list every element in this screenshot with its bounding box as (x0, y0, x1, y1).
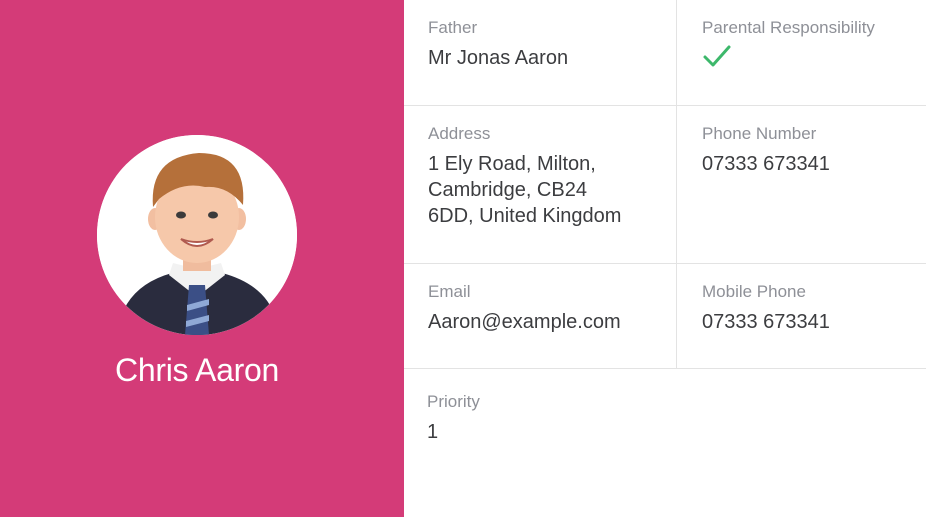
address-label: Address (428, 124, 491, 143)
address-value: 1 Ely Road, Milton, Cambridge, CB24 6DD,… (428, 151, 621, 229)
column-divider (676, 0, 677, 368)
mobile-label: Mobile Phone (702, 282, 806, 301)
child-name: Chris Aaron (115, 352, 279, 388)
profile-panel: Chris Aaron (0, 0, 404, 517)
mobile-field: Mobile Phone 07333 673341 (678, 264, 926, 368)
address-line: 6DD, United Kingdom (428, 205, 622, 227)
mobile-value[interactable]: 07333 673341 (702, 309, 830, 335)
priority-value: 1 (427, 421, 439, 443)
contact-card: Chris Aaron Father Mr Jonas Aaron Parent… (0, 0, 926, 517)
address-line: 1 Ely Road, Milton, (428, 153, 596, 175)
row-divider (404, 368, 926, 369)
father-field: Father Mr Jonas Aaron (404, 0, 676, 105)
priority-label: Priority (427, 392, 480, 411)
address-line: Cambridge, CB24 (428, 179, 587, 201)
parental-responsibility-label: Parental Responsibility (702, 18, 875, 37)
priority-field: Priority 1 (404, 370, 926, 517)
father-value: Mr Jonas Aaron (428, 47, 569, 69)
email-label: Email (428, 282, 471, 301)
email-value[interactable]: Aaron@example.com (428, 309, 621, 335)
parental-responsibility-field: Parental Responsibility (678, 0, 926, 105)
address-field: Address 1 Ely Road, Milton, Cambridge, C… (404, 106, 676, 263)
phone-value[interactable]: 07333 673341 (702, 151, 830, 177)
contact-details: Father Mr Jonas Aaron Parental Responsib… (404, 0, 926, 517)
phone-field: Phone Number 07333 673341 (678, 106, 926, 263)
father-label: Father (428, 18, 478, 37)
checkmark-icon (703, 45, 731, 67)
phone-label: Phone Number (702, 124, 817, 143)
child-photo-icon (97, 135, 297, 335)
child-avatar (97, 135, 297, 335)
email-field: Email Aaron@example.com (404, 264, 676, 368)
